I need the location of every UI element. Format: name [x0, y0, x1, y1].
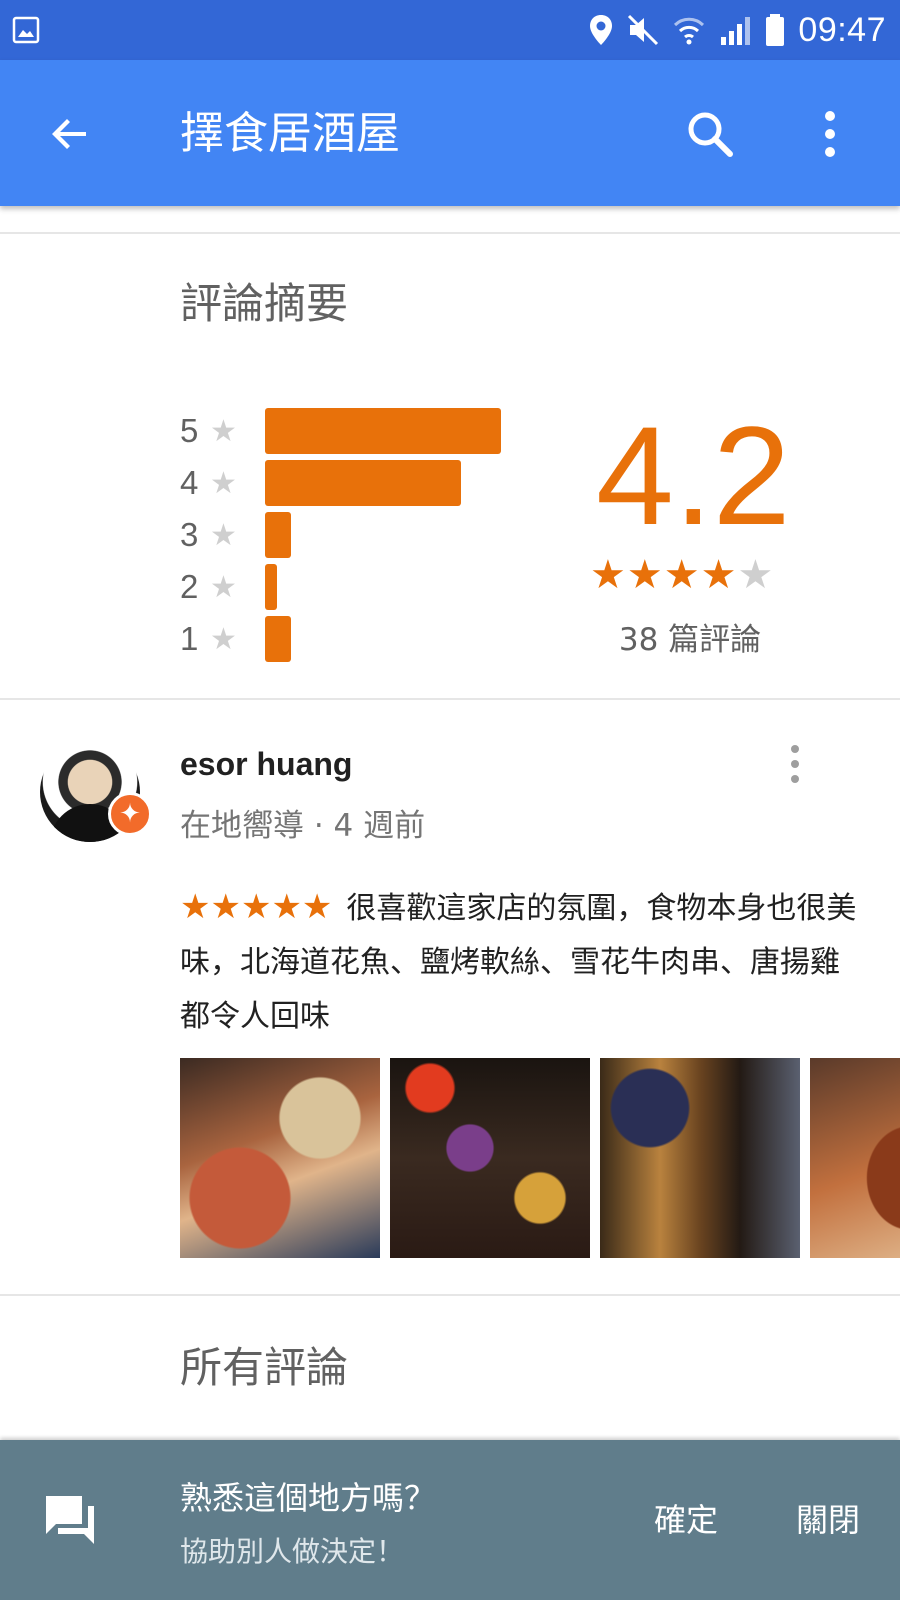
review-photo[interactable]	[390, 1058, 590, 1258]
app-bar: 擇食居酒屋	[0, 60, 900, 206]
review-photos[interactable]	[180, 1058, 900, 1258]
histogram-row-5: 5 ★	[180, 408, 501, 454]
contribution-prompt-bar: 熟悉這個地方嗎？ 協助別人做決定！ 確定 關閉	[0, 1440, 900, 1600]
histogram-row-4: 4 ★	[180, 460, 461, 506]
average-rating: 4.2	[596, 397, 791, 554]
divider	[0, 1294, 900, 1296]
reviewer-name[interactable]: esor huang	[180, 746, 352, 783]
star-filled-icon: ★	[626, 552, 664, 598]
histogram-label: 1	[180, 620, 199, 657]
histogram-row-2: 2 ★	[180, 564, 277, 610]
histogram-bar	[265, 460, 461, 506]
signal-icon	[721, 17, 751, 45]
histogram-bar	[265, 616, 291, 662]
star-empty-icon: ★	[737, 552, 775, 598]
histogram-row-3: 3 ★	[180, 512, 291, 558]
review-text: ★★★★★ 很喜歡這家店的氛圍，食物本身也很美味，北海道花魚、鹽烤軟絲、雪花牛肉串…	[180, 880, 860, 1044]
histogram-label: 2	[180, 568, 199, 605]
all-reviews-title: 所有評論	[180, 1343, 349, 1392]
divider	[0, 232, 900, 234]
star-icon: ★	[210, 569, 237, 605]
more-vert-icon[interactable]	[780, 742, 810, 786]
close-button[interactable]: 關閉	[796, 1498, 860, 1542]
review-stars: ★★★★★	[180, 887, 333, 927]
divider	[0, 698, 900, 700]
histogram-label: 5	[180, 412, 199, 449]
status-icons: 09:47	[588, 0, 886, 60]
gallery-icon	[12, 16, 40, 44]
star-icon: ★	[210, 621, 237, 657]
status-bar: 09:47	[0, 0, 900, 60]
confirm-button[interactable]: 確定	[654, 1498, 718, 1542]
review-photo[interactable]	[180, 1058, 380, 1258]
histogram-bar	[265, 512, 291, 558]
histogram-label: 3	[180, 516, 199, 553]
review-photo[interactable]	[810, 1058, 900, 1258]
histogram-label: 4	[180, 464, 199, 501]
histogram-bar	[265, 408, 501, 454]
more-vert-icon[interactable]	[810, 108, 850, 160]
location-icon	[590, 15, 613, 45]
page-title: 擇食居酒屋	[180, 108, 400, 159]
battery-icon	[766, 14, 785, 46]
reviewer-meta: 在地嚮導 · 4 週前	[180, 808, 426, 844]
average-rating-stars: ★★★★★	[590, 552, 774, 598]
star-icon: ★	[210, 413, 237, 449]
review-summary-title: 評論摘要	[180, 279, 349, 328]
search-icon[interactable]	[684, 108, 736, 160]
star-filled-icon: ★	[700, 552, 738, 598]
star-filled-icon: ★	[590, 552, 627, 598]
mute-icon	[628, 14, 659, 46]
wifi-icon	[674, 17, 705, 45]
histogram-bar	[265, 564, 277, 610]
review-photo[interactable]	[600, 1058, 800, 1258]
star-icon: ★	[210, 465, 237, 501]
clock: 09:47	[798, 10, 886, 49]
star-icon: ★	[210, 517, 237, 553]
histogram-row-1: 1 ★	[180, 616, 291, 662]
star-filled-icon: ★	[663, 552, 701, 598]
feedback-chat-icon	[46, 1496, 94, 1544]
review-count[interactable]: 38 篇評論	[590, 614, 790, 659]
prompt-subtitle: 協助別人做決定！	[180, 1535, 405, 1568]
local-guide-icon: ✦	[108, 792, 152, 836]
prompt-question: 熟悉這個地方嗎？	[180, 1479, 437, 1517]
back-arrow-icon[interactable]	[46, 110, 94, 158]
